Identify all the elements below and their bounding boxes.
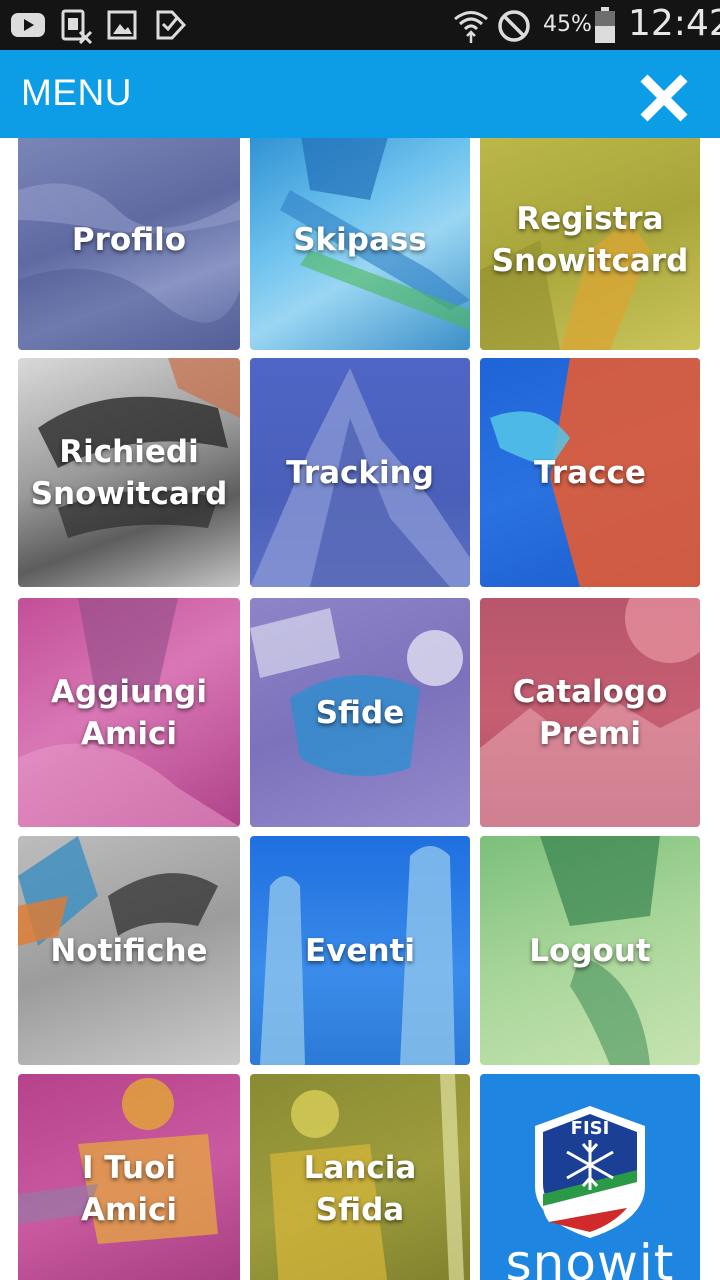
tile-label: Tracce [534,454,646,491]
menu-grid: Profilo Skipass Registra Snowitcard Rich… [0,138,720,1280]
tile-eventi[interactable]: Eventi [250,836,470,1065]
tile-label: Richiedi Snowitcard [30,433,228,512]
youtube-icon [11,13,45,37]
fisi-badge-icon: FISI [535,1106,645,1238]
tile-notifiche[interactable]: Notifiche [18,836,240,1065]
tile-registra-snowitcard[interactable]: Registra Snowitcard [480,138,700,350]
tile-label: Lancia Sfida [303,1149,417,1228]
wifi-icon [454,11,488,43]
badge-text: FISI [571,1118,610,1139]
tile-sfide[interactable]: Sfide [250,598,470,827]
tile-label: Skipass [293,222,427,258]
tile-tracking[interactable]: Tracking [250,358,470,587]
tile-label: Logout [529,932,651,969]
tile-skipass[interactable]: Skipass [250,138,470,350]
tile-label: Tracking [286,454,434,491]
task-check-icon [156,10,187,40]
snowit-logo-text: snowit [505,1234,675,1280]
battery-icon [595,7,615,43]
sim-card-error-icon [61,9,93,44]
clock: 12:42 [628,3,720,44]
tile-label: I Tuoi Amici [81,1149,177,1228]
tile-label: Catalogo Premi [512,673,668,752]
tile-lancia-sfida[interactable]: Lancia Sfida [250,1074,470,1280]
tile-i-tuoi-amici[interactable]: I Tuoi Amici [18,1074,240,1280]
battery-percent: 45% [543,12,592,37]
tile-label: Notifiche [50,932,208,969]
do-not-disturb-icon [498,10,530,42]
tile-logout[interactable]: Logout [480,836,700,1065]
tile-tracce[interactable]: Tracce [480,358,700,587]
tile-label: Registra Snowitcard [491,201,689,279]
tile-label: Eventi [305,932,415,969]
tile-catalogo-premi[interactable]: Catalogo Premi [480,598,700,827]
tile-profilo[interactable]: Profilo [18,138,240,350]
tile-label: Aggiungi Amici [51,673,207,752]
tile-aggiungi-amici[interactable]: Aggiungi Amici [18,598,240,827]
close-icon[interactable] [636,70,692,126]
gallery-icon [107,10,137,40]
tile-richiedi-snowitcard[interactable]: Richiedi Snowitcard [18,358,240,587]
status-bar: 45% 12:42 [0,0,720,50]
tile-label: Profilo [71,222,187,258]
menu-title: MENU [21,72,132,113]
tile-snowit-logo: FISI snowit [480,1074,700,1280]
tile-label: Sfide [315,694,405,731]
app-bar: MENU [0,50,720,138]
